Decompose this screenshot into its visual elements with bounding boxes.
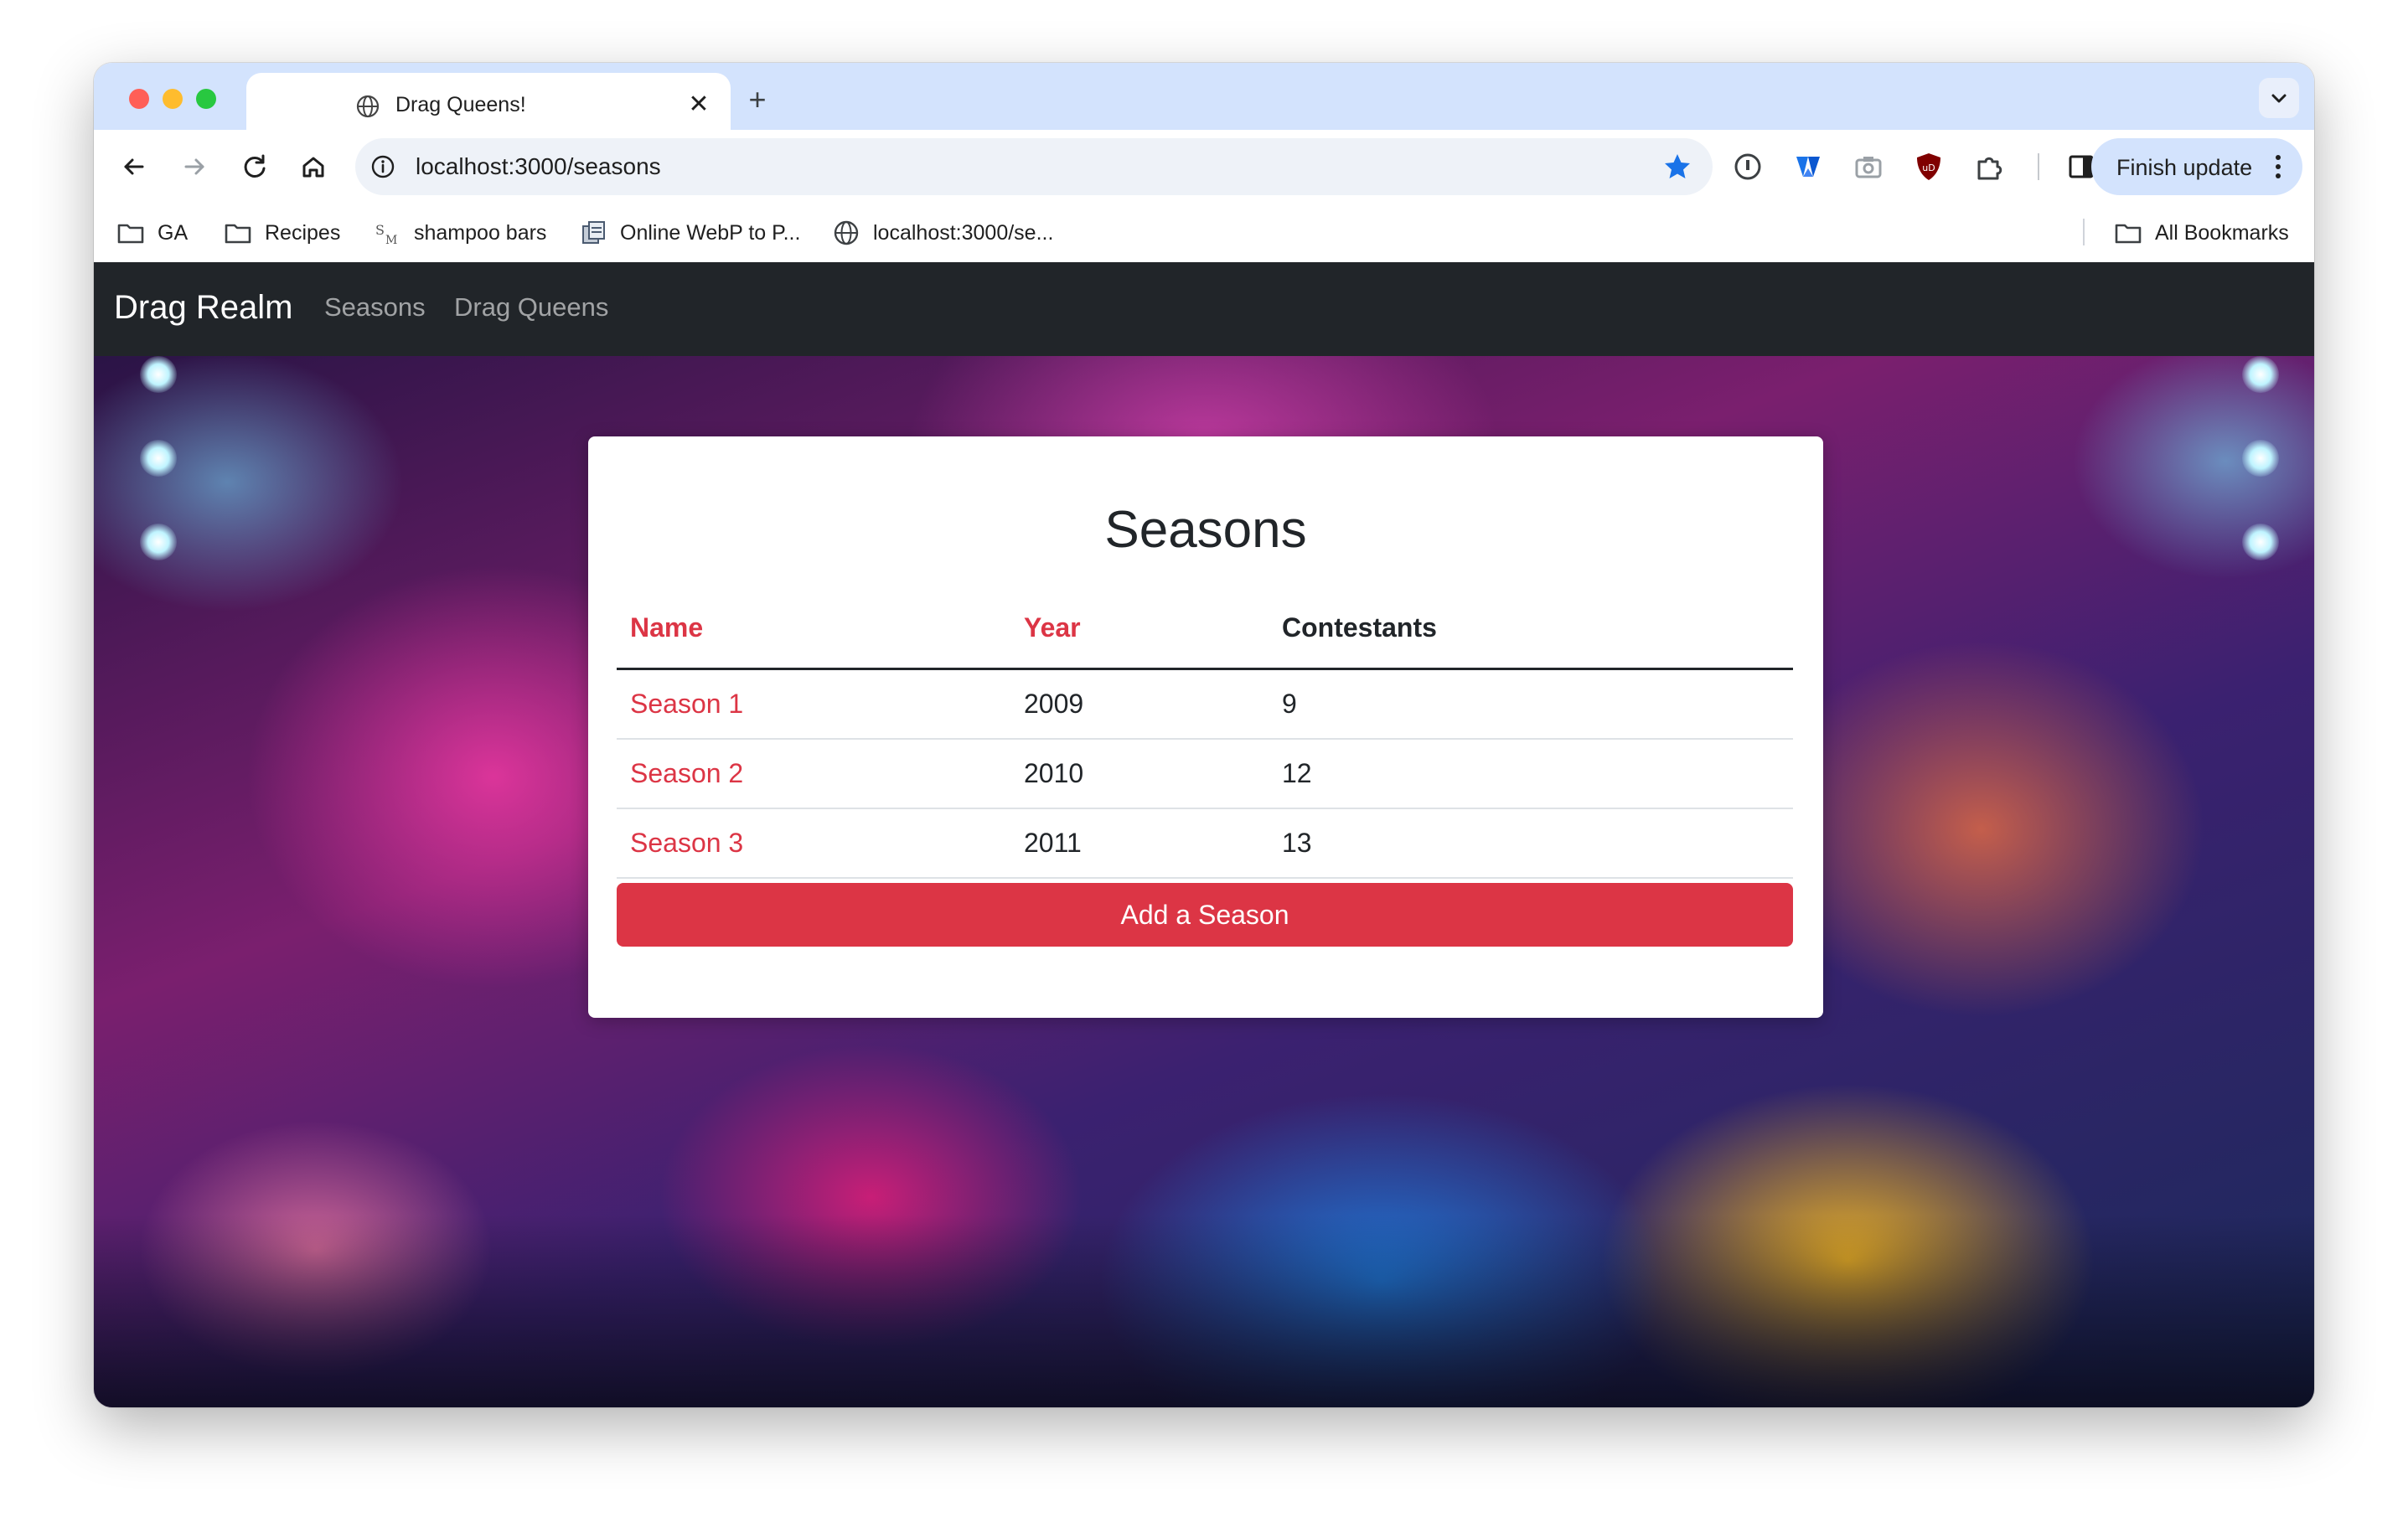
browser-window: Drag Queens! ✕ + localhost:3000/seasons …	[94, 63, 2314, 1407]
bookmark-label: shampoo bars	[414, 220, 547, 245]
season-contestants: 13	[1282, 828, 1312, 858]
forward-arrow-icon[interactable]	[176, 148, 213, 185]
tab-close-icon[interactable]: ✕	[682, 88, 716, 121]
page-viewport: Drag Realm Seasons Drag Queens Seasons N…	[94, 262, 2314, 1407]
table-header-row: Name Year Contestants	[617, 601, 1793, 670]
password-manager-icon[interactable]	[1731, 150, 1765, 183]
svg-text:S: S	[375, 222, 385, 238]
back-arrow-icon[interactable]	[116, 148, 152, 185]
seasons-card: Seasons Name Year Contestants Season 1 2…	[588, 436, 1823, 1018]
bookmark-star-icon[interactable]	[1662, 152, 1692, 182]
table-row: Season 3 2011 13	[617, 809, 1793, 879]
bookmark-label: GA	[158, 220, 189, 245]
bookmark-localhost[interactable]: localhost:3000/se...	[831, 217, 1053, 249]
bookmark-label: Recipes	[265, 220, 341, 245]
nav-link-drag-queens[interactable]: Drag Queens	[454, 292, 608, 323]
bookmark-online-webp[interactable]: Online WebP to P...	[578, 217, 800, 249]
folder-icon	[117, 224, 144, 244]
toolbar-divider	[2038, 153, 2039, 180]
svg-text:M: M	[385, 234, 397, 247]
finish-update-button[interactable]: Finish update	[2091, 138, 2302, 195]
minimize-window-button[interactable]	[163, 89, 183, 109]
all-bookmarks-label: All Bookmarks	[2155, 220, 2289, 245]
tab-strip: Drag Queens! ✕ +	[94, 63, 2314, 130]
column-header-contestants: Contestants	[1282, 612, 1437, 643]
stage-light	[2242, 440, 2279, 477]
season-year: 2011	[1024, 828, 1082, 858]
bookmarks-bar: GA Recipes S M shampoo bars Online WebP …	[94, 204, 2314, 262]
folder-icon	[225, 224, 251, 244]
extension-v-icon[interactable]	[1791, 150, 1825, 183]
bookmarks-divider	[2083, 219, 2085, 245]
bookmark-recipes[interactable]: Recipes	[223, 217, 340, 249]
ublock-shield-icon[interactable]: uD	[1912, 150, 1946, 183]
hero-background-image: Seasons Name Year Contestants Season 1 2…	[94, 356, 2314, 1407]
site-info-icon[interactable]	[370, 154, 395, 179]
folder-icon	[2115, 224, 2142, 244]
url-text[interactable]: localhost:3000/seasons	[416, 153, 661, 180]
season-year: 2009	[1024, 689, 1084, 719]
close-window-button[interactable]	[129, 89, 149, 109]
stage-light	[2242, 524, 2279, 560]
crowd-silhouette	[94, 1215, 2314, 1407]
table-row: Season 1 2009 9	[617, 670, 1793, 740]
browser-toolbar: localhost:3000/seasons uD Finish update	[94, 130, 2314, 204]
globe-icon	[834, 220, 859, 245]
page-title: Seasons	[1104, 501, 1307, 559]
converter-favicon	[582, 221, 605, 244]
address-bar[interactable]: localhost:3000/seasons	[355, 138, 1713, 195]
puzzle-piece-icon[interactable]	[1972, 150, 2006, 183]
tab-drag-queens[interactable]: Drag Queens! ✕	[246, 73, 731, 130]
tab-title: Drag Queens!	[395, 93, 526, 116]
more-vert-icon	[2276, 155, 2281, 178]
home-icon[interactable]	[295, 148, 332, 185]
tab-search-button[interactable]	[2259, 78, 2299, 118]
bookmark-shampoo-bars[interactable]: S M shampoo bars	[372, 217, 546, 249]
bookmark-label: Online WebP to P...	[620, 220, 801, 245]
sm-favicon: S M	[375, 222, 397, 247]
seasons-table: Name Year Contestants Season 1 2009 9 Se…	[617, 601, 1793, 879]
stage-light	[140, 440, 177, 477]
season-contestants: 12	[1282, 758, 1312, 788]
navbar-brand[interactable]: Drag Realm	[114, 289, 292, 327]
table-row: Season 2 2010 12	[617, 740, 1793, 809]
season-contestants: 9	[1282, 689, 1297, 719]
stage-light	[140, 356, 177, 393]
finish-update-label: Finish update	[2116, 155, 2253, 180]
bookmark-ga[interactable]: GA	[116, 217, 188, 249]
all-bookmarks-button[interactable]: All Bookmarks	[2113, 217, 2289, 249]
column-header-year[interactable]: Year	[1024, 612, 1081, 643]
nav-link-seasons[interactable]: Seasons	[324, 292, 426, 323]
globe-icon	[356, 95, 380, 118]
stage-light	[140, 524, 177, 560]
column-header-name[interactable]: Name	[630, 612, 703, 643]
maximize-window-button[interactable]	[196, 89, 216, 109]
new-tab-button[interactable]: +	[739, 81, 776, 118]
add-season-button[interactable]: Add a Season	[617, 883, 1793, 947]
reload-icon[interactable]	[236, 148, 273, 185]
season-link[interactable]: Season 1	[630, 689, 743, 720]
chevron-down-icon	[2271, 94, 2287, 103]
stage-light	[2242, 356, 2279, 393]
bookmark-label: localhost:3000/se...	[873, 220, 1054, 245]
season-link[interactable]: Season 3	[630, 828, 743, 859]
site-navbar: Drag Realm Seasons Drag Queens	[94, 262, 2314, 356]
svg-text:uD: uD	[1922, 163, 1935, 173]
season-year: 2010	[1024, 758, 1084, 788]
camera-icon[interactable]	[1852, 150, 1885, 183]
season-link[interactable]: Season 2	[630, 758, 743, 789]
